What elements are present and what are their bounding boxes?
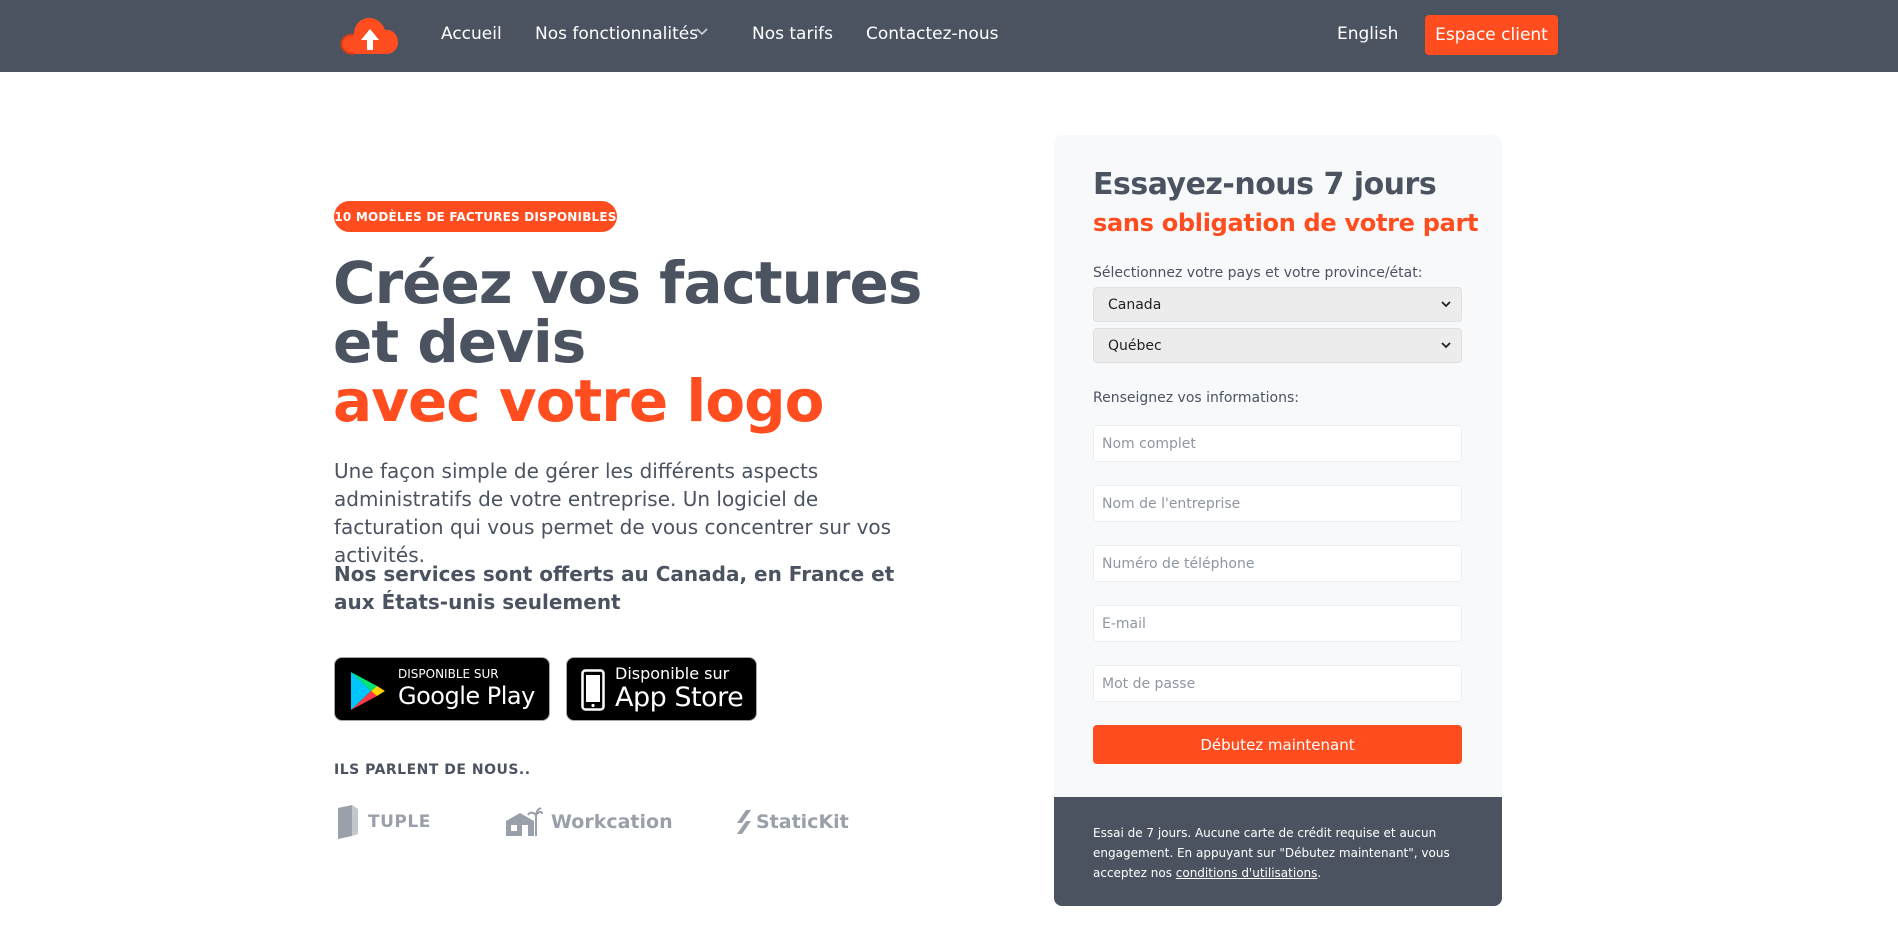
hero-title-line2: et devis: [333, 308, 586, 376]
terms-note: Essai de 7 jours. Aucune carte de crédit…: [1093, 823, 1473, 883]
email-input[interactable]: [1093, 605, 1462, 642]
info-label: Renseignez vos informations:: [1093, 390, 1299, 406]
start-now-button[interactable]: Débutez maintenant: [1093, 725, 1462, 764]
iphone-icon: [581, 669, 605, 711]
country-select[interactable]: Canada: [1093, 287, 1462, 322]
hero-description: Une façon simple de gérer les différents…: [334, 459, 892, 567]
country-label: Sélectionnez votre pays et votre provinc…: [1093, 265, 1423, 281]
tuple-logo-icon: [338, 805, 358, 839]
province-select[interactable]: Québec: [1093, 328, 1462, 363]
google-play-small-text: DISPONIBLE SUR: [398, 667, 499, 681]
trial-signup-card: Essayez-nous 7 jours sans obligation de …: [1054, 135, 1502, 906]
hero-title-line1: Créez vos factures: [333, 249, 922, 317]
cloud-upload-logo-icon[interactable]: [340, 14, 400, 58]
statickit-logo: StaticKit: [735, 803, 849, 841]
nav-link-fonctionnalites[interactable]: Nos fonctionnalités: [535, 24, 698, 44]
card-title: Essayez-nous 7 jours: [1093, 167, 1437, 202]
statickit-logo-text: StaticKit: [756, 811, 849, 833]
workcation-logo-icon: [506, 807, 543, 836]
workcation-logo: Workcation: [505, 803, 673, 841]
tuple-logo: TUPLE: [336, 803, 431, 841]
password-input[interactable]: [1093, 665, 1462, 702]
app-store-big-text: App Store: [615, 682, 744, 713]
app-store-badge[interactable]: Disponible sur App Store: [566, 657, 757, 721]
statickit-logo-icon: [737, 810, 751, 834]
google-play-badge[interactable]: DISPONIBLE SUR Google Play: [334, 657, 550, 721]
hero-title: Créez vos factures et devis avec votre l…: [333, 249, 922, 435]
google-play-icon: [351, 672, 385, 710]
workcation-logo-text: Workcation: [551, 811, 673, 833]
chevron-down-icon[interactable]: [696, 28, 708, 36]
hero-services-note: Nos services sont offerts au Canada, en …: [334, 562, 895, 614]
nav-link-accueil[interactable]: Accueil: [441, 24, 502, 44]
top-navbar: Accueil Nos fonctionnalités Nos tarifs C…: [0, 0, 1898, 72]
chevron-down-icon: [1441, 301, 1451, 308]
province-select-value: Québec: [1108, 337, 1162, 354]
chevron-down-icon: [1441, 342, 1451, 349]
terms-link[interactable]: conditions d'utilisations: [1176, 866, 1318, 880]
country-select-value: Canada: [1108, 296, 1162, 313]
nav-link-tarifs[interactable]: Nos tarifs: [752, 24, 833, 44]
hero-title-accent: avec votre logo: [333, 367, 824, 435]
terms-note-end: .: [1317, 866, 1322, 880]
app-store-small-text: Disponible sur: [615, 664, 730, 683]
card-footer: Essai de 7 jours. Aucune carte de crédit…: [1054, 797, 1502, 906]
language-switch-link[interactable]: English: [1337, 24, 1398, 44]
google-play-big-text: Google Play: [398, 682, 535, 710]
invoice-templates-badge: 10 MODÈLES DE FACTURES DISPONIBLES: [334, 201, 617, 232]
company-name-input[interactable]: [1093, 485, 1462, 522]
full-name-input[interactable]: [1093, 425, 1462, 462]
phone-input[interactable]: [1093, 545, 1462, 582]
client-area-button[interactable]: Espace client: [1425, 15, 1558, 55]
card-subtitle: sans obligation de votre part: [1093, 209, 1479, 237]
tuple-logo-text: TUPLE: [368, 812, 431, 832]
nav-link-contact[interactable]: Contactez-nous: [866, 24, 998, 44]
press-label: ILS PARLENT DE NOUS..: [334, 762, 531, 778]
